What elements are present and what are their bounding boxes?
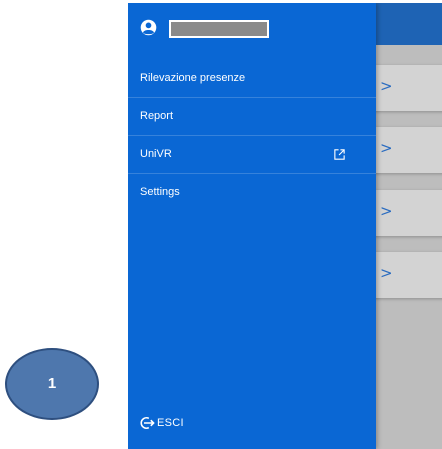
annotation-badge: 1	[5, 348, 99, 420]
chevron-right-icon: >	[380, 139, 393, 157]
menu-item-univr[interactable]: UniVR	[128, 136, 376, 174]
open-in-new-icon	[334, 149, 345, 160]
app-screen: > > > > Rilevazione presenze Report UniV…	[128, 3, 442, 449]
menu-item-settings[interactable]: Settings	[128, 174, 376, 211]
drawer-header	[128, 3, 376, 45]
menu-item-label: Settings	[140, 186, 180, 198]
menu-item-report[interactable]: Report	[128, 98, 376, 136]
account-circle-icon	[140, 19, 157, 36]
menu-item-label: UniVR	[140, 148, 172, 160]
logout-label: ESCI	[157, 417, 184, 430]
chevron-right-icon: >	[380, 202, 393, 220]
menu-item-label: Report	[140, 110, 174, 122]
logout-icon	[140, 417, 155, 430]
menu-item-label: Rilevazione presenze	[140, 72, 246, 84]
username-field	[169, 20, 269, 38]
chevron-right-icon: >	[380, 77, 393, 95]
logout-button[interactable]: ESCI	[140, 414, 184, 432]
stage: > > > > Rilevazione presenze Report UniV…	[0, 0, 442, 449]
drawer-menu: Rilevazione presenze Report UniVR Settin…	[128, 60, 376, 211]
chevron-right-icon: >	[380, 264, 393, 282]
menu-item-rilevazione-presenze[interactable]: Rilevazione presenze	[128, 60, 376, 98]
navigation-drawer: Rilevazione presenze Report UniVR Settin…	[128, 3, 376, 449]
